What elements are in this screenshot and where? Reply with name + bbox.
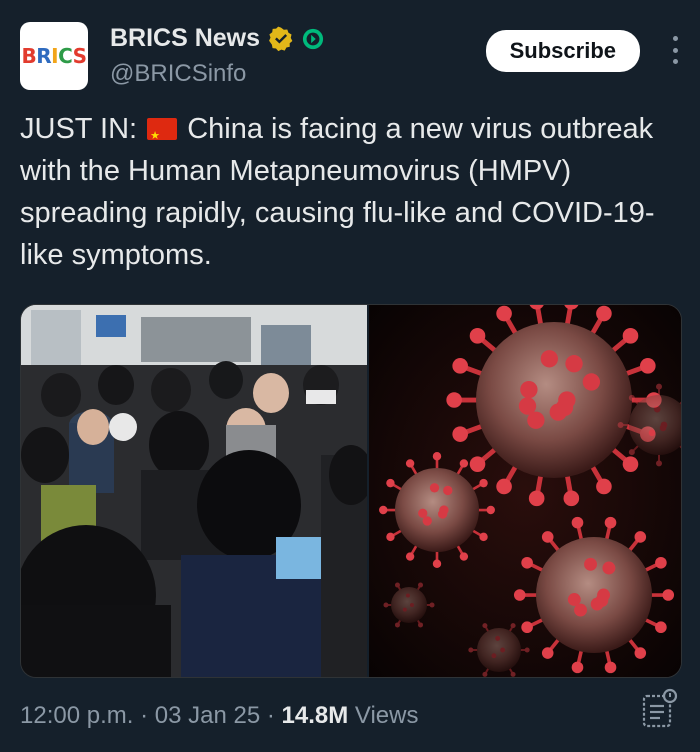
virus-illustration-photo[interactable] <box>367 305 681 677</box>
views-label: Views <box>354 702 419 729</box>
meta-separator: · <box>140 702 149 729</box>
post-time[interactable]: 12:00 p.m. <box>20 702 133 729</box>
media-gallery[interactable] <box>20 304 682 678</box>
virus-illustration <box>369 305 681 677</box>
post-date[interactable]: 03 Jan 25 <box>155 702 260 729</box>
more-options-icon[interactable] <box>670 36 680 64</box>
china-flag-icon <box>147 115 178 157</box>
verified-badge-icon <box>269 26 293 51</box>
affiliate-badge-icon <box>302 28 324 49</box>
tweet-header: BRICS BRICS News @BRICSinfo Subscribe <box>20 22 680 92</box>
name-row: BRICS News <box>110 24 324 53</box>
tweet-prefix: JUST IN: <box>20 113 138 145</box>
views-count: 14.8M <box>281 702 349 729</box>
display-name[interactable]: BRICS News <box>110 24 260 53</box>
crowd-photo[interactable] <box>21 305 367 677</box>
avatar-logo: BRICS <box>21 44 87 68</box>
post-analytics-icon[interactable] <box>642 688 678 728</box>
account-handle[interactable]: @BRICSinfo <box>110 60 246 88</box>
crowd-illustration <box>21 305 367 677</box>
tweet-text: JUST IN: China is facing a new virus out… <box>20 108 680 276</box>
tweet-meta: 12:00 p.m. · 03 Jan 25 · 14.8M Views <box>20 702 418 730</box>
meta-separator: · <box>266 702 275 729</box>
subscribe-button[interactable]: Subscribe <box>485 30 640 72</box>
avatar[interactable]: BRICS <box>20 22 88 90</box>
